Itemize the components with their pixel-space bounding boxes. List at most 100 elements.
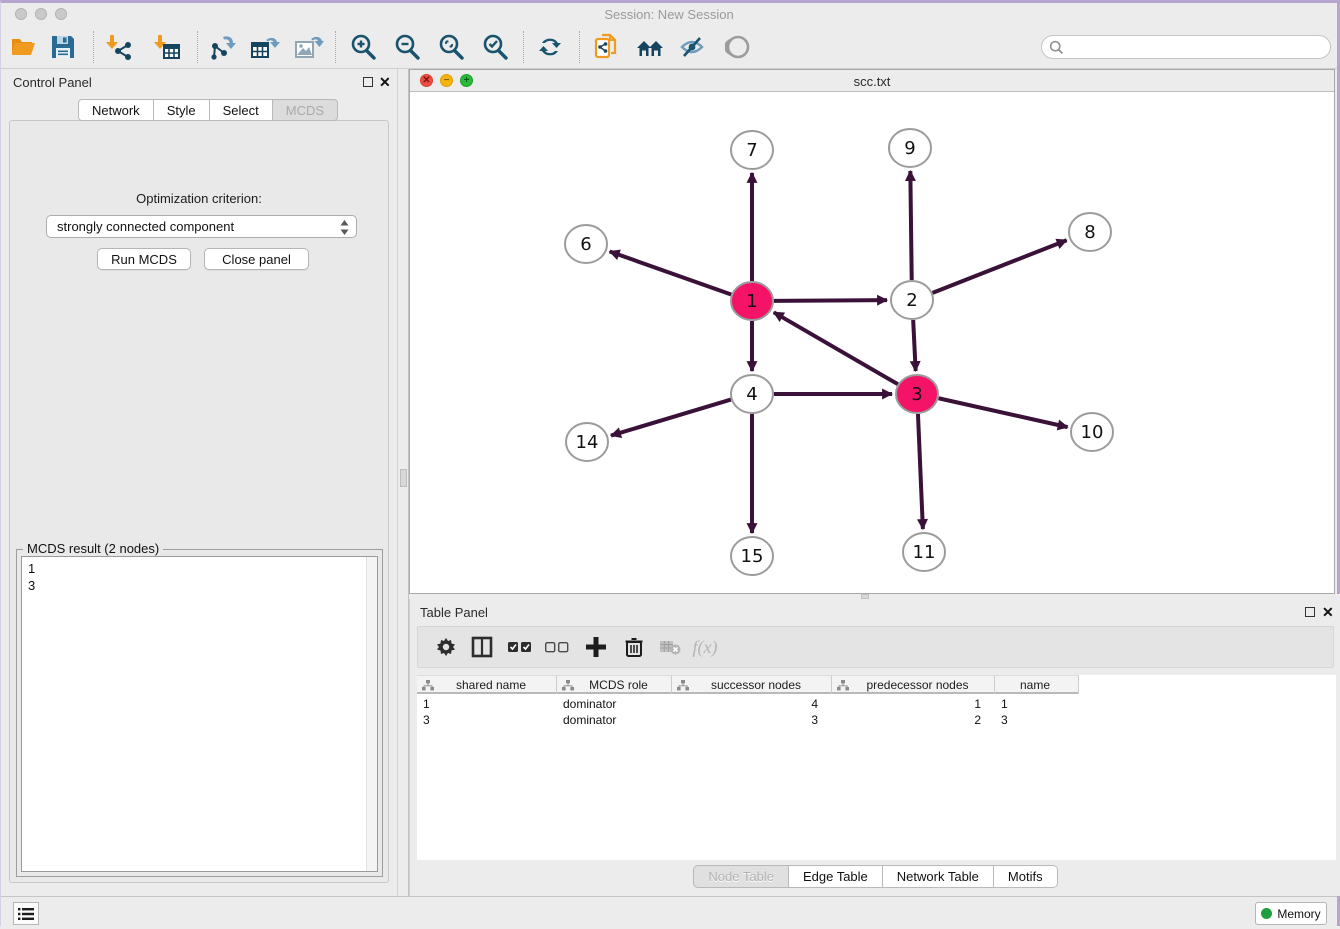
toolbar-separator [579, 31, 580, 63]
tab-network-table[interactable]: Network Table [883, 865, 994, 888]
graph-edge-1-6[interactable] [610, 251, 732, 294]
memory-button[interactable]: Memory [1255, 902, 1327, 925]
select-all-checkboxes-icon[interactable] [503, 630, 537, 664]
export-table-icon[interactable] [247, 29, 283, 65]
import-network-icon[interactable] [101, 29, 137, 65]
open-file-icon[interactable] [5, 29, 41, 65]
column-header-label: MCDS role [574, 678, 671, 692]
table-cell-mcds_role: dominator [557, 696, 672, 712]
graph-node-9[interactable]: 9 [889, 129, 931, 167]
float-panel-icon[interactable] [363, 77, 373, 87]
table-tabs: Node Table Edge Table Network Table Moti… [410, 865, 1340, 889]
vertical-splitter[interactable] [397, 69, 409, 896]
zoom-selected-icon[interactable] [477, 29, 513, 65]
first-neighbors-icon[interactable] [632, 29, 668, 65]
graph-node-11[interactable]: 11 [903, 533, 945, 571]
column-header-label: successor nodes [689, 678, 831, 692]
column-header-label: shared name [434, 678, 556, 692]
delete-column-icon[interactable] [617, 630, 651, 664]
control-panel-title: Control Panel [13, 75, 92, 90]
float-table-panel-icon[interactable] [1305, 607, 1315, 617]
tab-node-table[interactable]: Node Table [693, 865, 789, 888]
window-title: Session: New Session [1, 7, 1337, 22]
tab-network[interactable]: Network [78, 99, 154, 121]
zoom-in-icon[interactable] [345, 29, 381, 65]
search-icon [1049, 40, 1064, 55]
graph-node-4[interactable]: 4 [731, 375, 773, 413]
graph-node-10[interactable]: 10 [1071, 413, 1113, 451]
hide-selected-icon[interactable] [675, 29, 711, 65]
table-row[interactable]: 1dominator411 [417, 696, 1079, 712]
column-header-predecessor-nodes[interactable]: predecessor nodes [832, 675, 995, 694]
tab-edge-table[interactable]: Edge Table [789, 865, 883, 888]
graph-node-1[interactable]: 1 [731, 282, 773, 320]
close-panel-button[interactable]: Close panel [204, 248, 309, 270]
column-type-icon [422, 680, 434, 691]
optimization-criterion-select[interactable]: strongly connected component [46, 215, 357, 238]
run-mcds-button[interactable]: Run MCDS [97, 248, 191, 270]
network-canvas[interactable]: 7 9 6 8 1 2 4 3 14 10 15 11 [410, 92, 1334, 593]
table-row[interactable]: 3dominator323 [417, 712, 1079, 728]
main-toolbar [1, 25, 1337, 69]
graph-edge-3-10[interactable] [938, 398, 1067, 427]
clone-network-icon[interactable] [588, 29, 624, 65]
show-panels-button[interactable] [13, 902, 39, 925]
graph-node-15[interactable]: 15 [731, 537, 773, 575]
control-panel: Control Panel ✕ Network Style Select MCD… [1, 69, 397, 896]
graph-edge-2-3[interactable] [913, 320, 916, 371]
function-builder-icon[interactable]: f(x) [688, 630, 722, 664]
network-view-window: ✕ − + scc.txt 7968124314101511 [409, 69, 1335, 594]
control-panel-tabs: Network Style Select MCDS [78, 99, 338, 121]
close-table-panel-icon[interactable]: ✕ [1322, 604, 1334, 621]
apply-layout-icon[interactable] [532, 29, 568, 65]
column-header-name[interactable]: name [995, 675, 1079, 694]
graph-node-7[interactable]: 7 [731, 131, 773, 169]
graph-edge-2-8[interactable] [933, 240, 1067, 293]
column-type-icon [562, 680, 574, 691]
column-header-successor-nodes[interactable]: successor nodes [672, 675, 832, 694]
mcds-result-textarea[interactable]: 1 3 [21, 556, 378, 872]
vertical-splitter-handle[interactable] [400, 469, 407, 487]
delete-table-icon[interactable] [653, 630, 687, 664]
import-table-icon[interactable] [149, 29, 185, 65]
search-input[interactable] [1064, 40, 1330, 54]
graph-edge-3-11[interactable] [918, 414, 923, 529]
svg-text:7: 7 [746, 140, 757, 161]
column-settings-icon[interactable] [429, 630, 463, 664]
tab-motifs[interactable]: Motifs [994, 865, 1058, 888]
deselect-all-checkboxes-icon[interactable] [540, 630, 574, 664]
graph-edge-4-14[interactable] [611, 400, 731, 436]
graph-edge-2-9[interactable] [910, 171, 911, 280]
graph-edge-1-2[interactable] [774, 300, 887, 301]
select-updown-icon [340, 220, 349, 238]
graph-node-14[interactable]: 14 [566, 423, 608, 461]
zoom-out-icon[interactable] [389, 29, 425, 65]
show-graphics-details-icon[interactable] [720, 29, 756, 65]
graph-node-3[interactable]: 3 [896, 375, 938, 413]
window-titlebar: Session: New Session [1, 3, 1337, 25]
graph-node-2[interactable]: 2 [891, 281, 933, 319]
graph-edge-3-1[interactable] [774, 312, 898, 384]
tab-mcds[interactable]: MCDS [273, 99, 338, 121]
svg-text:2: 2 [906, 290, 917, 311]
table-cell-name: 3 [995, 712, 1079, 728]
zoom-fit-icon[interactable] [433, 29, 469, 65]
network-graph: 7 9 6 8 1 2 4 3 14 10 15 11 [410, 92, 1334, 593]
toolbar-separator [197, 31, 198, 63]
graph-node-8[interactable]: 8 [1069, 213, 1111, 251]
tab-select[interactable]: Select [210, 99, 273, 121]
export-network-icon[interactable] [205, 29, 241, 65]
result-scrollbar[interactable] [366, 557, 377, 871]
table-panel-title: Table Panel [420, 605, 488, 620]
save-session-icon[interactable] [45, 29, 81, 65]
column-header-shared-name[interactable]: shared name [417, 675, 557, 694]
export-image-icon[interactable] [291, 29, 327, 65]
column-header-MCDS-role[interactable]: MCDS role [557, 675, 672, 694]
column-header-label: predecessor nodes [849, 678, 994, 692]
close-panel-icon[interactable]: ✕ [379, 74, 391, 91]
add-column-icon[interactable] [579, 630, 613, 664]
tab-style[interactable]: Style [154, 99, 210, 121]
optimization-criterion-label: Optimization criterion: [10, 191, 388, 206]
split-panel-icon[interactable] [465, 630, 499, 664]
graph-node-6[interactable]: 6 [565, 225, 607, 263]
